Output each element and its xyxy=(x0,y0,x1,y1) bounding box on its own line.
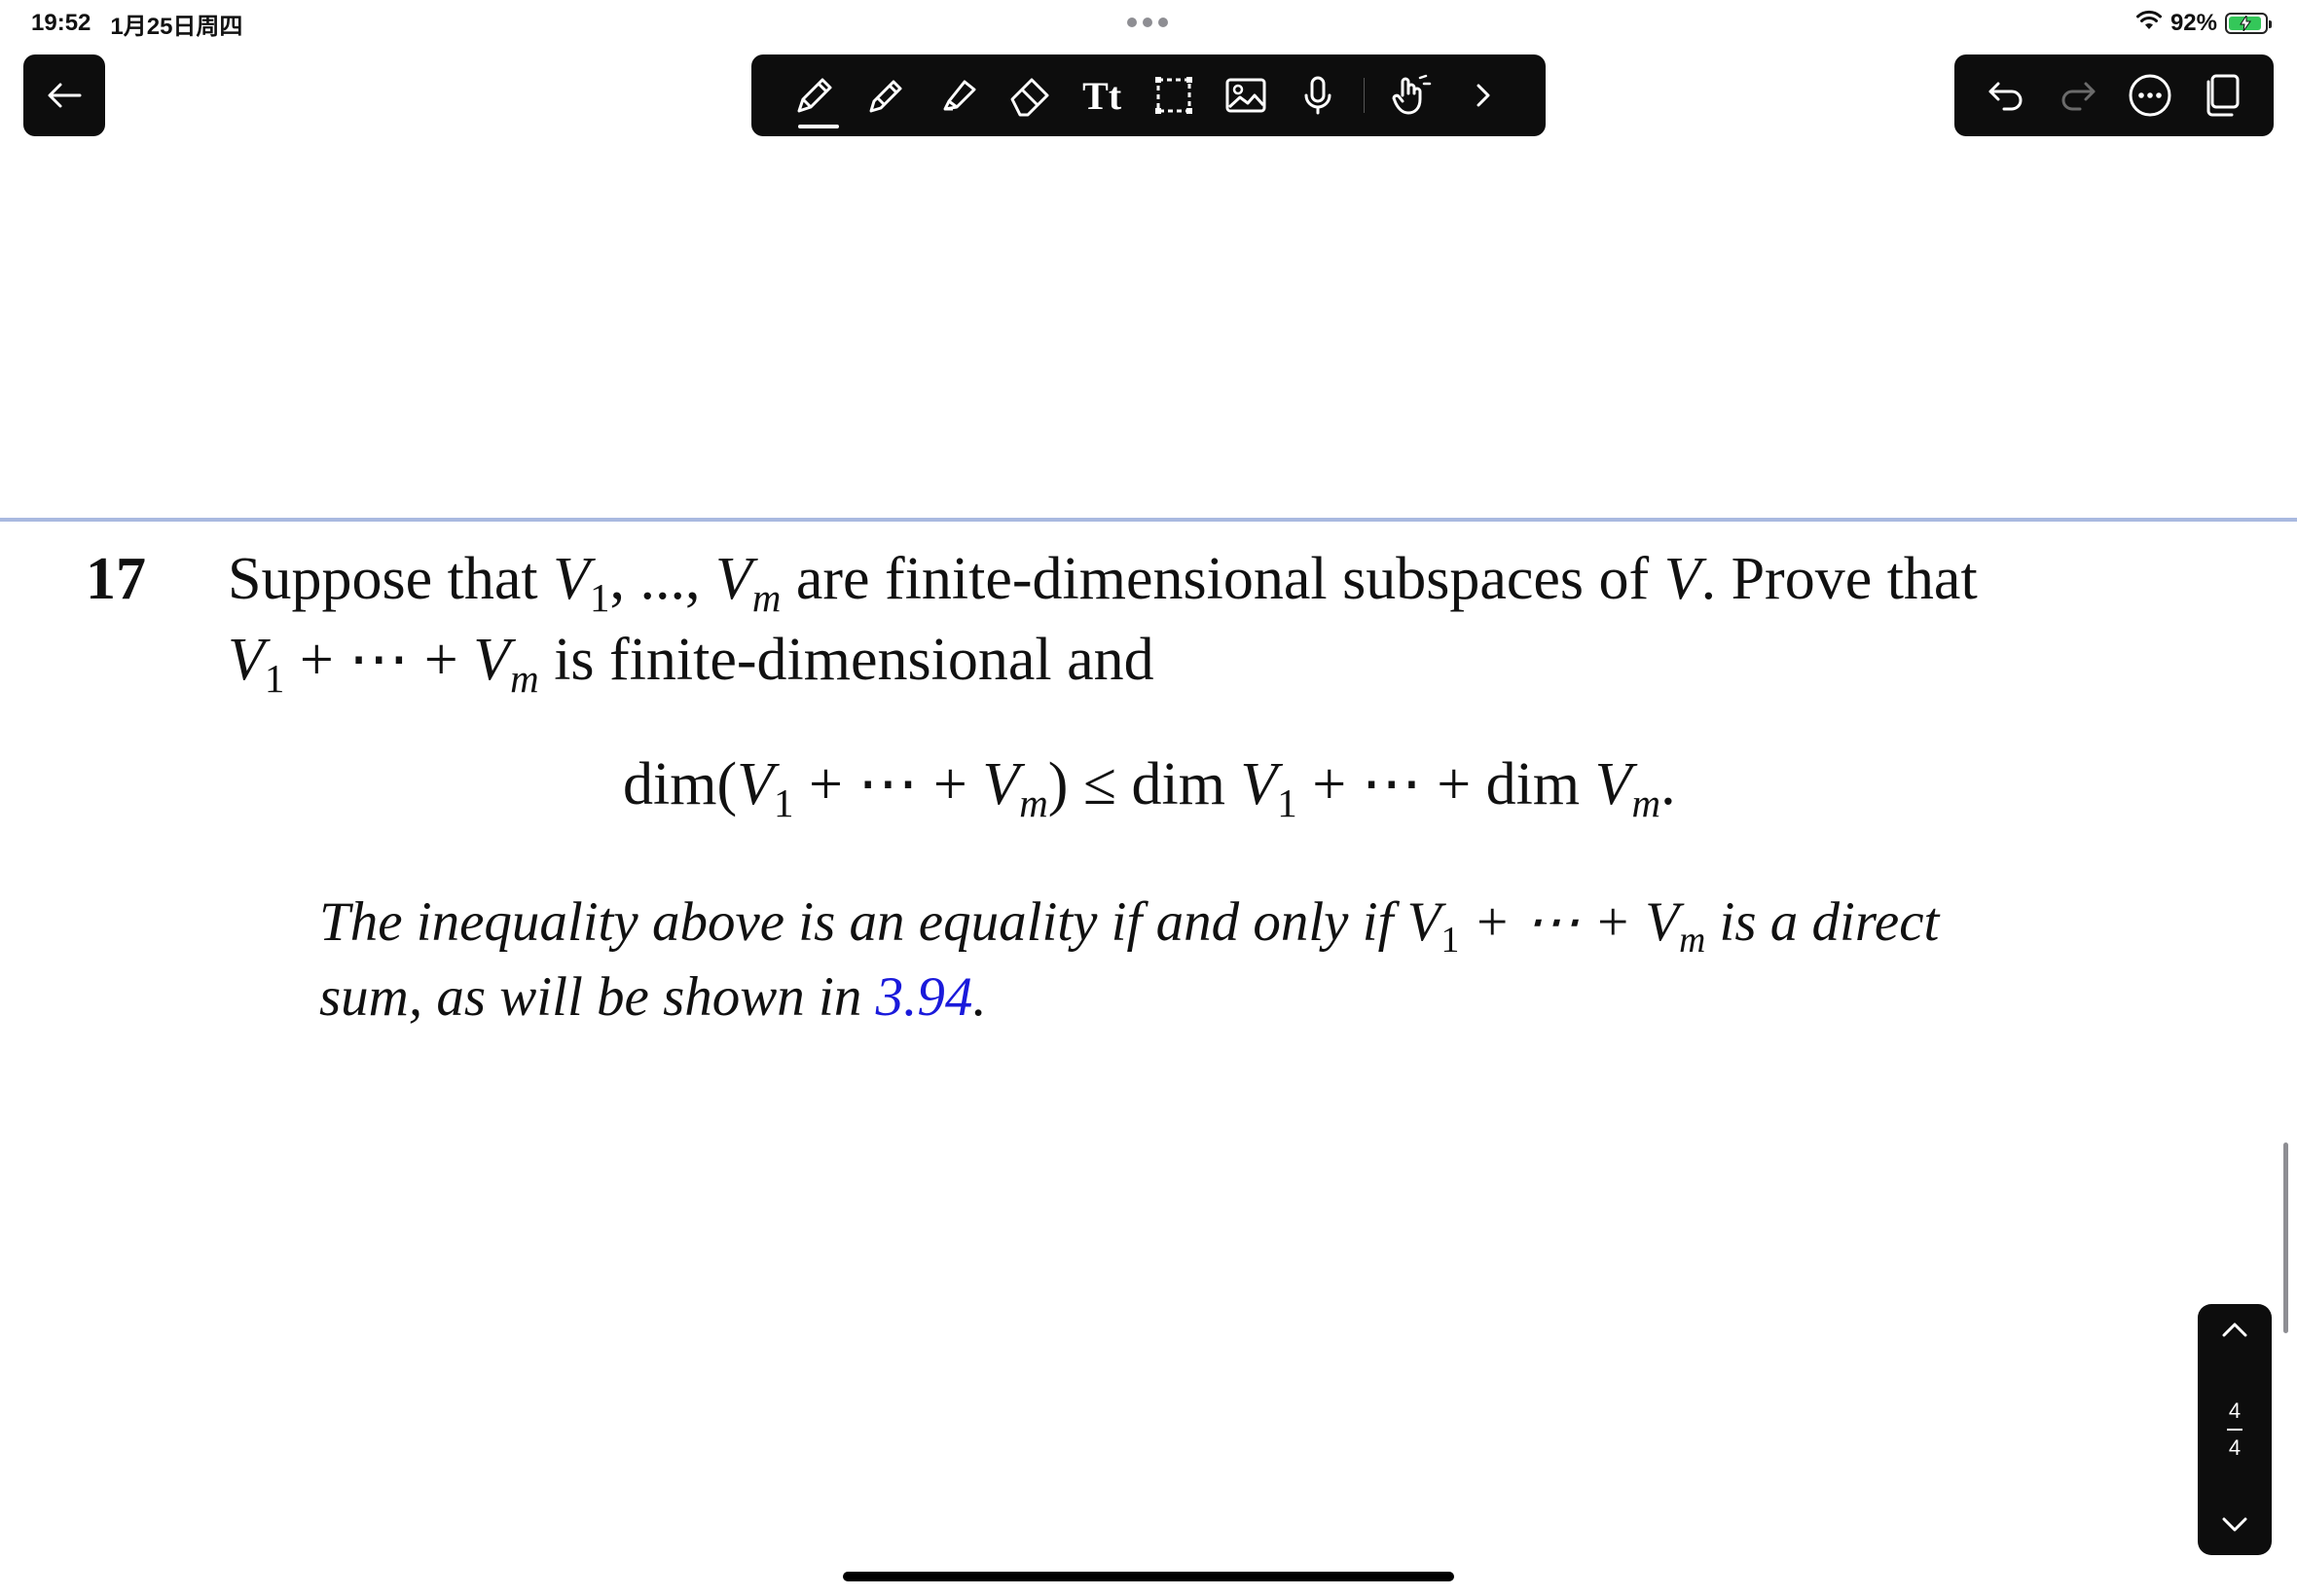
next-page-button[interactable] xyxy=(2220,1515,2249,1540)
more-options-button[interactable] xyxy=(2119,64,2181,127)
lasso-select-icon xyxy=(1154,77,1192,114)
highlighter-tool-icon xyxy=(943,80,976,111)
chevron-down-icon xyxy=(2222,1517,2247,1532)
battery-percent: 92% xyxy=(2169,10,2217,36)
wifi-icon xyxy=(2135,10,2163,38)
pencil-tool[interactable] xyxy=(851,54,923,136)
status-time: 19:52 xyxy=(31,10,91,36)
back-button[interactable] xyxy=(23,54,105,136)
multitasking-dots[interactable] xyxy=(1127,18,1168,27)
problem-statement-line-2: V1 + ⋯ + Vm is finite-dimensional and xyxy=(228,627,1154,702)
status-date: 1月25日周四 xyxy=(110,13,243,40)
problem-statement-line-1: Suppose that V1, ..., Vm are finite-dime… xyxy=(228,546,1978,621)
page-divider xyxy=(0,518,2297,522)
undo-button[interactable] xyxy=(1975,64,2037,127)
eraser-tool-icon xyxy=(1010,78,1049,117)
problem-number: 17 xyxy=(86,546,146,612)
arrow-left-icon xyxy=(48,83,82,108)
actions-toolbar xyxy=(1954,54,2274,136)
microphone-tool[interactable] xyxy=(1282,54,1354,136)
image-insert-icon xyxy=(1225,78,1266,113)
text-tool-icon: Tt xyxy=(1082,73,1122,118)
page-overview-button[interactable] xyxy=(2191,64,2253,127)
current-page: 4 xyxy=(2228,1398,2242,1423)
highlighter-tool[interactable] xyxy=(923,54,995,136)
text-tool[interactable]: Tt xyxy=(1066,54,1138,136)
previous-page-button[interactable] xyxy=(2220,1320,2249,1344)
undo-icon xyxy=(1988,82,2023,111)
pen-tool[interactable] xyxy=(779,54,851,136)
page-navigator: 4 4 xyxy=(2198,1304,2272,1555)
more-tools-button[interactable] xyxy=(1446,54,1518,136)
pen-tool-icon xyxy=(797,78,832,113)
inequality-equation: dim(V1 + ⋯ + Vm) ≤ dim V1 + ⋯ + dim Vm. xyxy=(623,751,1676,826)
lasso-select-tool[interactable] xyxy=(1138,54,1210,136)
pages-icon xyxy=(2206,74,2240,117)
scrollbar[interactable] xyxy=(2283,1143,2288,1333)
toolbar-divider xyxy=(1363,78,1366,113)
eraser-tool[interactable] xyxy=(994,54,1066,136)
hand-gesture-icon xyxy=(1392,74,1432,115)
microphone-icon xyxy=(1304,76,1331,115)
image-insert-tool[interactable] xyxy=(1210,54,1282,136)
ellipsis-circle-icon xyxy=(2129,74,2171,117)
hand-gesture-tool[interactable] xyxy=(1374,54,1446,136)
reference-link-3-94[interactable]: 3.94 xyxy=(876,966,973,1028)
page-counter: 4 4 xyxy=(2227,1397,2242,1462)
chevron-up-icon xyxy=(2222,1323,2247,1337)
status-bar-left: 19:52 1月25日周四 xyxy=(31,8,243,40)
redo-icon xyxy=(2061,82,2096,111)
home-indicator[interactable] xyxy=(843,1572,1454,1581)
drawing-toolbar: Tt xyxy=(751,54,1546,136)
note-line-2: sum, as will be shown in 3.94. xyxy=(319,966,987,1028)
status-bar-right: 92% xyxy=(2135,8,2272,39)
battery-icon xyxy=(2225,13,2272,34)
note-line-1: The inequality above is an equality if a… xyxy=(319,891,1940,961)
pencil-tool-icon xyxy=(869,80,902,113)
chevron-right-icon xyxy=(1477,84,1490,107)
redo-button[interactable] xyxy=(2047,64,2109,127)
total-pages: 4 xyxy=(2228,1435,2242,1460)
